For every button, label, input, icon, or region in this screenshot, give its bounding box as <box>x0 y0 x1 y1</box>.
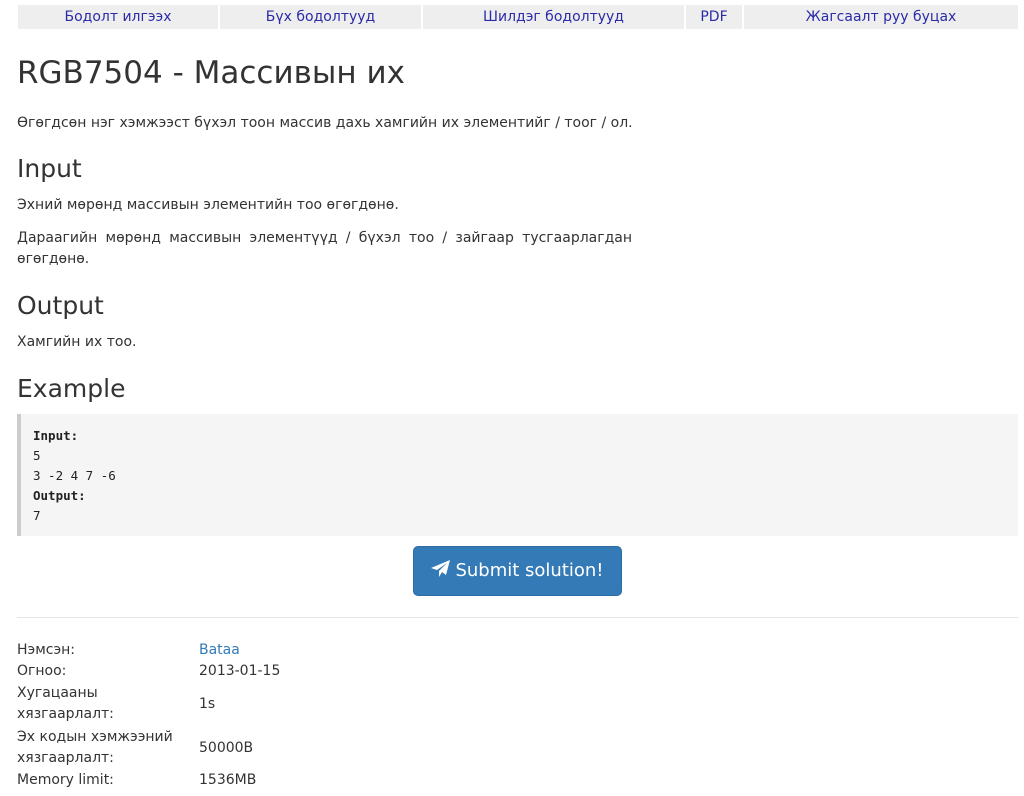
example-code-block: Input: 5 3 -2 4 7 -6 Output: 7 <box>17 414 1018 536</box>
example-input-line: 3 -2 4 7 -6 <box>33 468 116 483</box>
meta-value: 1s <box>199 696 216 712</box>
divider <box>17 617 1018 618</box>
example-input-line: 5 <box>33 448 41 463</box>
tab-label: Бүх бодолтууд <box>265 9 376 25</box>
meta-key: Memory limit: <box>17 772 114 788</box>
meta-key-line: Эх кодын хэмжээний <box>17 729 173 745</box>
meta-key: Нэмсэн: <box>17 642 76 658</box>
example-input-label: Input: <box>33 428 79 443</box>
input-description-2: Дараагийн мөрөнд массивын элементүүд / б… <box>17 230 632 267</box>
input-description-1: Эхний мөрөнд массивын элементийн тоо өгө… <box>17 197 399 213</box>
example-output-line: 7 <box>33 508 41 523</box>
meta-key-line: Хугацааны <box>17 685 98 701</box>
meta-value: 1536MB <box>199 772 257 788</box>
meta-key-line: хязгаарлалт: <box>17 750 114 766</box>
example-output-label: Output: <box>33 488 86 503</box>
submit-solution-label: Submit solution! <box>455 560 604 581</box>
input-heading: Input <box>17 154 82 183</box>
output-description: Хамгийн их тоо. <box>17 334 137 350</box>
meta-key: Эх кодын хэмжээний хязгаарлалт: <box>17 727 187 769</box>
tab-label: Жагсаалт руу буцах <box>805 9 957 25</box>
output-heading: Output <box>17 291 104 320</box>
top-navigation: Бодолт илгээх Бүх бодолтууд Шилдэг бодол… <box>18 5 1018 31</box>
example-heading: Example <box>17 374 126 403</box>
meta-value: 50000B <box>199 740 254 756</box>
meta-value: 2013-01-15 <box>199 663 281 679</box>
author-link[interactable]: Bataa <box>199 642 240 658</box>
tab-pdf[interactable]: PDF <box>686 5 742 29</box>
submit-solution-button[interactable]: Submit solution! <box>413 546 622 596</box>
problem-description: Өгөгдсөн нэг хэмжээст бүхэл тоон массив … <box>17 115 633 131</box>
tab-label: Бодолт илгээх <box>64 9 172 25</box>
page-title: RGB7504 - Массивын их <box>17 55 405 91</box>
example-pre: Input: 5 3 -2 4 7 -6 Output: 7 <box>33 426 116 526</box>
meta-key: Огноо: <box>17 663 67 679</box>
tab-best-solutions[interactable]: Шилдэг бодолтууд <box>423 5 684 29</box>
tab-back-to-list[interactable]: Жагсаалт руу буцах <box>744 5 1018 29</box>
meta-value-cell: Bataa <box>199 640 240 661</box>
meta-key: Хугацааны хязгаарлалт: <box>17 683 187 725</box>
problem-page: Бодолт илгээх Бүх бодолтууд Шилдэг бодол… <box>0 0 1024 796</box>
tab-all-solutions[interactable]: Бүх бодолтууд <box>220 5 421 29</box>
paper-plane-icon <box>431 560 451 577</box>
meta-key-line: хязгаарлалт: <box>17 706 114 722</box>
tab-label: Шилдэг бодолтууд <box>483 9 624 25</box>
tab-label: PDF <box>700 9 728 25</box>
tab-submit-solution[interactable]: Бодолт илгээх <box>18 5 218 29</box>
